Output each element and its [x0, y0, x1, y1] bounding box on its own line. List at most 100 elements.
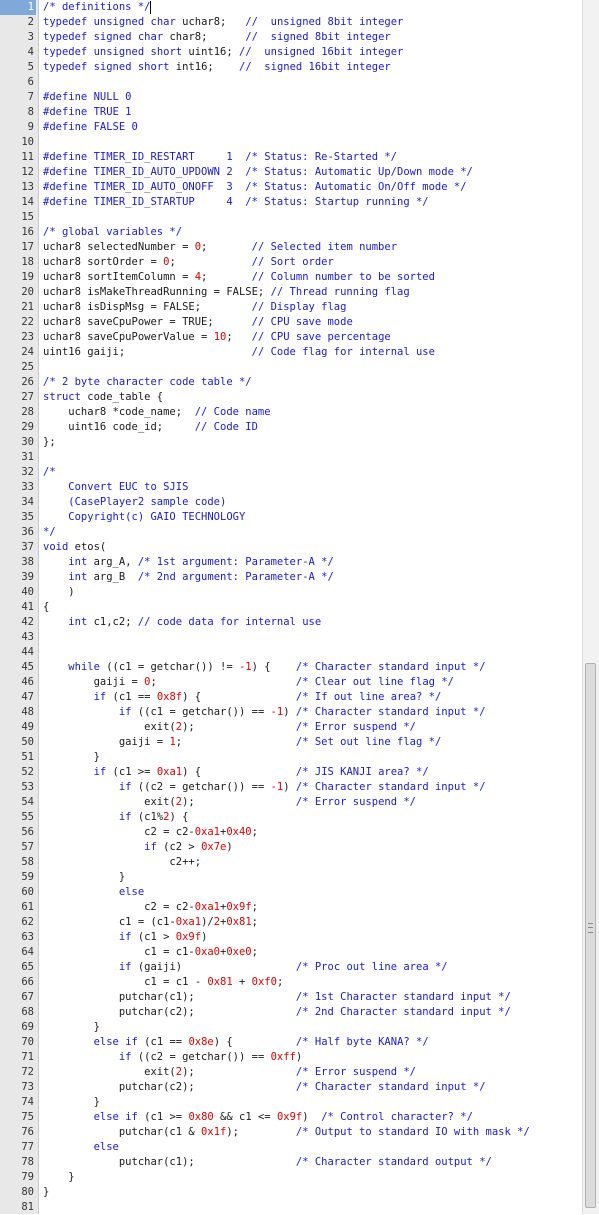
- code-line[interactable]: 72 exit(2); /* Error suspend */: [0, 1065, 582, 1080]
- code-line[interactable]: 36 */: [0, 525, 582, 540]
- code-line[interactable]: 41 {: [0, 600, 582, 615]
- line-number: 63: [21, 931, 34, 943]
- code-line[interactable]: 45 while ((c1 = getchar()) != -1) { /* C…: [0, 660, 582, 675]
- code-line[interactable]: 73 putchar(c2); /* Character standard in…: [0, 1080, 582, 1095]
- code-line[interactable]: 30};: [0, 435, 582, 450]
- code-line[interactable]: 14 #define TIMER_ID_STARTUP 4 /* Status: …: [0, 195, 582, 210]
- line-number: 73: [21, 1081, 34, 1093]
- code-line[interactable]: 25: [0, 360, 582, 375]
- code-line[interactable]: 4 typedef unsigned short uint16; // unsig…: [0, 45, 582, 60]
- line-number: 2: [27, 16, 34, 28]
- code-line[interactable]: 67 putchar(c1); /* 1st Character standar…: [0, 990, 582, 1005]
- code-line[interactable]: 47 if (c1 == 0x8f) { /* If out line area…: [0, 690, 582, 705]
- code-line[interactable]: 2 typedef unsigned char uchar8; // unsign…: [0, 15, 582, 30]
- code-line[interactable]: 27 struct code_table {: [0, 390, 582, 405]
- code-line[interactable]: 77 else: [0, 1140, 582, 1155]
- line-number: 67: [21, 991, 34, 1003]
- code-line[interactable]: 15: [0, 210, 582, 225]
- code-line[interactable]: 37 void etos(: [0, 540, 582, 555]
- code-line[interactable]: 11 #define TIMER_ID_RESTART 1 /* Status: …: [0, 150, 582, 165]
- code-line[interactable]: 68 putchar(c2); /* 2nd Character standar…: [0, 1005, 582, 1020]
- code-line[interactable]: 9 #define FALSE 0: [0, 120, 582, 135]
- code-line[interactable]: 53 if ((c2 = getchar()) == -1) /* Charac…: [0, 780, 582, 795]
- code-line[interactable]: 59 }: [0, 870, 582, 885]
- code-line[interactable]: 17 uchar8 selectedNumber = 0; // Selected…: [0, 240, 582, 255]
- code-line[interactable]: 8 #define TRUE 1: [0, 105, 582, 120]
- code-line[interactable]: 32 /*: [0, 465, 582, 480]
- code-line[interactable]: 69 }: [0, 1020, 582, 1035]
- code-line[interactable]: 24 uint16 gaiji; // Code flag for interna…: [0, 345, 582, 360]
- code-line[interactable]: 38 int arg_A, /* 1st argument: Parameter…: [0, 555, 582, 570]
- code-line[interactable]: 50 gaiji = 1; /* Set out line flag */: [0, 735, 582, 750]
- code-line[interactable]: 76 putchar(c1 & 0x1f); /* Output to stan…: [0, 1125, 582, 1140]
- code-line[interactable]: 54 exit(2); /* Error suspend */: [0, 795, 582, 810]
- code-line[interactable]: 40 ): [0, 585, 582, 600]
- code-line[interactable]: 48 if ((c1 = getchar()) == -1) /* Charac…: [0, 705, 582, 720]
- code-line[interactable]: 55 if (c1%2) {: [0, 810, 582, 825]
- code-line[interactable]: 28 uchar8 *code_name; // Code name: [0, 405, 582, 420]
- code-line[interactable]: 74 }: [0, 1095, 582, 1110]
- line-number: 30: [21, 436, 34, 448]
- code-line[interactable]: 19 uchar8 sortItemColumn = 4; // Column n…: [0, 270, 582, 285]
- code-line[interactable]: 21 uchar8 isDispMsg = FALSE; // Display f…: [0, 300, 582, 315]
- code-line[interactable]: 31: [0, 450, 582, 465]
- line-text: c1 = c1-0xa0+0xe0;: [43, 946, 258, 958]
- code-line[interactable]: 60 else: [0, 885, 582, 900]
- code-line[interactable]: 75 else if (c1 >= 0x80 && c1 <= 0x9f) /*…: [0, 1110, 582, 1125]
- code-line[interactable]: 22 uchar8 saveCpuPower = TRUE; // CPU sav…: [0, 315, 582, 330]
- code-line[interactable]: 64 c1 = c1-0xa0+0xe0;: [0, 945, 582, 960]
- code-line[interactable]: 79 }: [0, 1170, 582, 1185]
- code-line[interactable]: 61 c2 = c2-0xa1+0x9f;: [0, 900, 582, 915]
- code-line[interactable]: 70 else if (c1 == 0x8e) { /* Half byte K…: [0, 1035, 582, 1050]
- code-line[interactable]: 78 putchar(c1); /* Character standard ou…: [0, 1155, 582, 1170]
- code-line[interactable]: 56 c2 = c2-0xa1+0x40;: [0, 825, 582, 840]
- code-line[interactable]: 23 uchar8 saveCpuPowerValue = 10; // CPU …: [0, 330, 582, 345]
- code-line[interactable]: 5 typedef signed short int16; // signed 1…: [0, 60, 582, 75]
- code-line[interactable]: 6: [0, 75, 582, 90]
- code-line[interactable]: 3 typedef signed char char8; // signed 8b…: [0, 30, 582, 45]
- code-line[interactable]: 80}: [0, 1185, 582, 1200]
- code-line[interactable]: 71 if ((c2 = getchar()) == 0xff): [0, 1050, 582, 1065]
- code-line[interactable]: 16 /* global variables */: [0, 225, 582, 240]
- line-text: uint16 gaiji; // Code flag for internal …: [43, 346, 435, 358]
- code-line[interactable]: 65 if (gaiji) /* Proc out line area */: [0, 960, 582, 975]
- code-line[interactable]: 7 #define NULL 0: [0, 90, 582, 105]
- code-line[interactable]: 81: [0, 1200, 582, 1215]
- line-number: 44: [21, 646, 34, 658]
- code-line[interactable]: 51 }: [0, 750, 582, 765]
- code-line[interactable]: 10: [0, 135, 582, 150]
- code-line[interactable]: 18 uchar8 sortOrder = 0; // Sort order: [0, 255, 582, 270]
- code-line[interactable]: 63 if (c1 > 0x9f): [0, 930, 582, 945]
- code-line[interactable]: 29 uint16 code_id; // Code ID: [0, 420, 582, 435]
- code-line[interactable]: 66 c1 = c1 - 0x81 + 0xf0;: [0, 975, 582, 990]
- code-line[interactable]: 43: [0, 630, 582, 645]
- code-line[interactable]: 13 #define TIMER_ID_AUTO_ONOFF 3 /* Statu…: [0, 180, 582, 195]
- line-number: 21: [21, 301, 34, 313]
- line-number: 43: [21, 631, 34, 643]
- scrollbar-thumb[interactable]: [585, 663, 596, 1208]
- code-line[interactable]: 20 uchar8 isMakeThreadRunning = FALSE; //…: [0, 285, 582, 300]
- line-text: uint16 code_id; // Code ID: [43, 421, 258, 433]
- code-line[interactable]: 1 /* definitions */: [0, 0, 582, 15]
- vertical-scrollbar[interactable]: [582, 0, 599, 1214]
- code-line[interactable]: 34 (CasePlayer2 sample code): [0, 495, 582, 510]
- code-text-area[interactable]: 1 /* definitions */ 2 typedef unsigned char…: [0, 0, 582, 1214]
- code-line[interactable]: 33 Convert EUC to SJIS: [0, 480, 582, 495]
- code-line[interactable]: 49 exit(2); /* Error suspend */: [0, 720, 582, 735]
- code-line[interactable]: 52 if (c1 >= 0xa1) { /* JIS KANJI area? …: [0, 765, 582, 780]
- code-line[interactable]: 46 gaiji = 0; /* Clear out line flag */: [0, 675, 582, 690]
- code-line[interactable]: 39 int arg_B /* 2nd argument: Parameter-…: [0, 570, 582, 585]
- code-line[interactable]: 26 /* 2 byte character code table */: [0, 375, 582, 390]
- code-editor[interactable]: 1 /* definitions */ 2 typedef unsigned char…: [0, 0, 599, 1214]
- line-number: 7: [27, 91, 34, 103]
- code-line[interactable]: 62 c1 = (c1-0xa1)/2+0x81;: [0, 915, 582, 930]
- code-line[interactable]: 35 Copyright(c) GAIO TECHNOLOGY: [0, 510, 582, 525]
- code-line[interactable]: 44: [0, 645, 582, 660]
- code-line[interactable]: 58 c2++;: [0, 855, 582, 870]
- code-line[interactable]: 57 if (c2 > 0x7e): [0, 840, 582, 855]
- line-number: 6: [27, 76, 34, 88]
- code-line[interactable]: 42 int c1,c2; // code data for internal …: [0, 615, 582, 630]
- line-text: putchar(c1); /* Character standard outpu…: [43, 1156, 492, 1168]
- line-number: 51: [21, 751, 34, 763]
- code-line[interactable]: 12 #define TIMER_ID_AUTO_UPDOWN 2 /* Stat…: [0, 165, 582, 180]
